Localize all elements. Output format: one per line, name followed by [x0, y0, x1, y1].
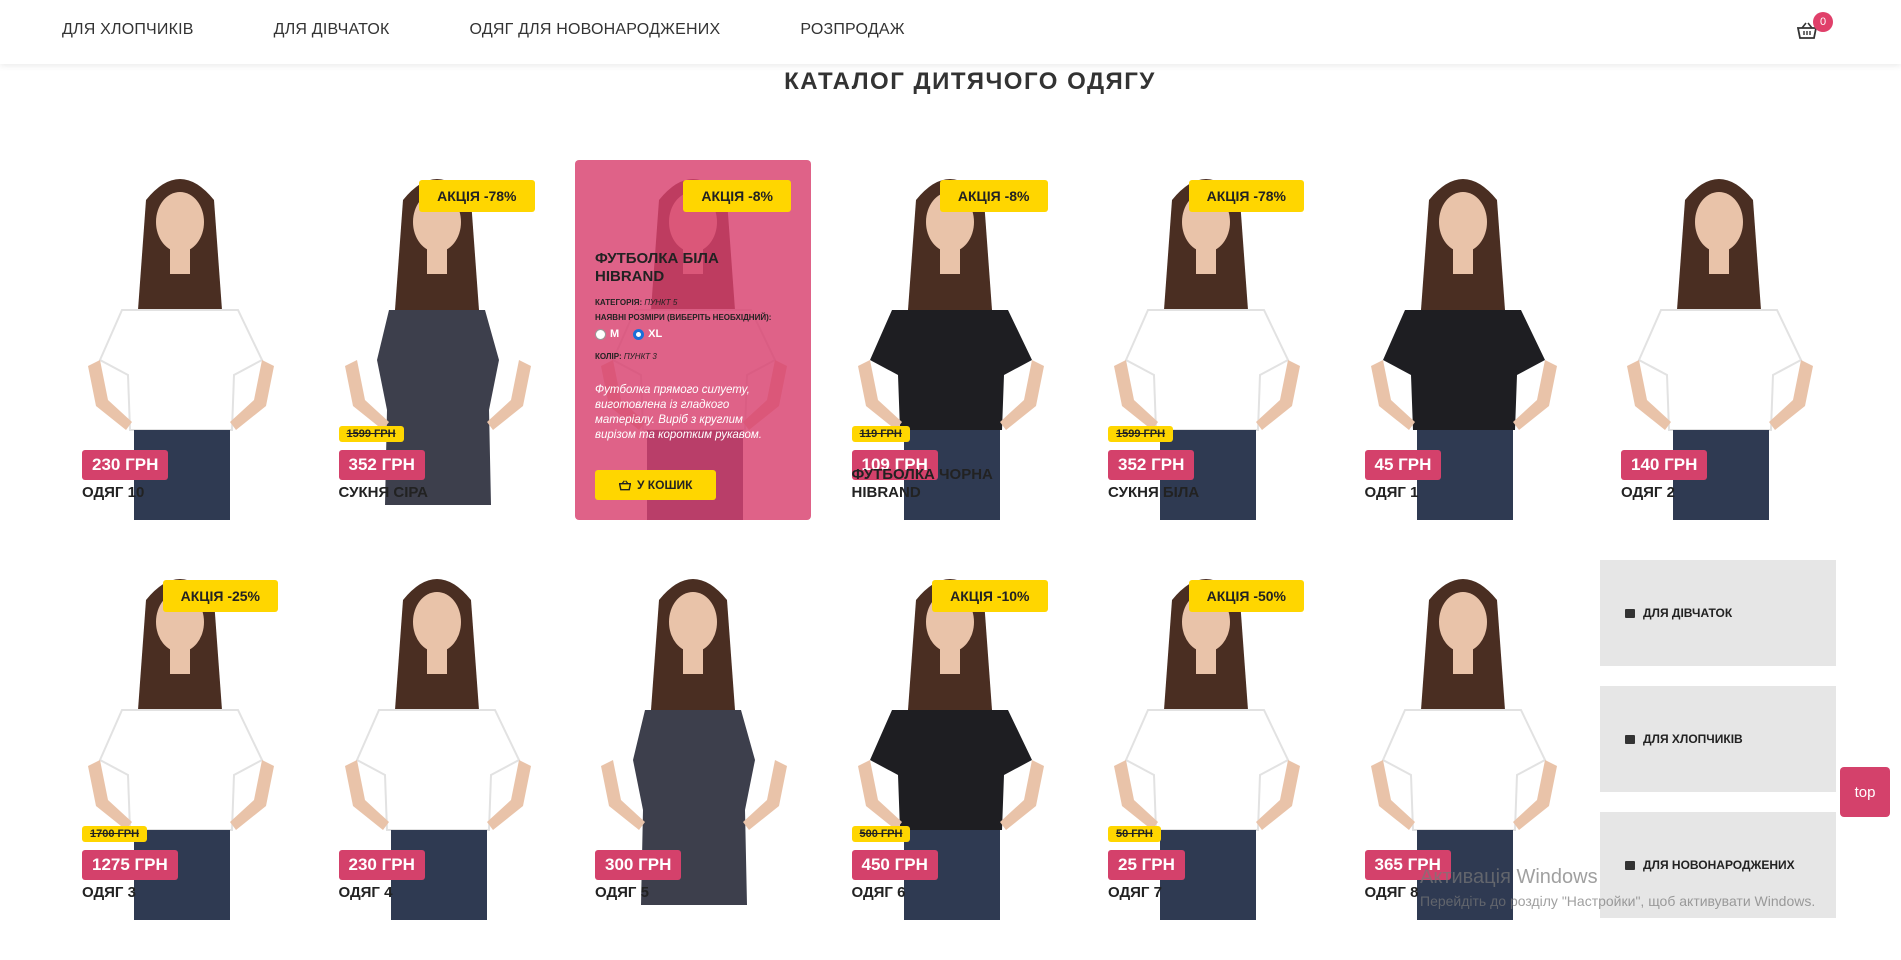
product-card[interactable]: АКЦІЯ -78% 1599 ГРН 352 ГРН Сукня сіра: [318, 160, 555, 520]
nav-newborn[interactable]: Одяг для новонароджених: [470, 21, 721, 39]
product-name[interactable]: Одяг 1: [1365, 484, 1565, 502]
old-price: 1599 ГРН: [338, 426, 404, 442]
scroll-top-button[interactable]: top: [1840, 767, 1890, 817]
category-label: Для дівчаток: [1643, 606, 1733, 620]
product-name[interactable]: Одяг 10: [82, 484, 282, 502]
promo-badge: АКЦІЯ -25%: [162, 580, 278, 612]
radio-button[interactable]: [595, 328, 606, 340]
watermark-text: Перейдіть до розділу "Настройки", щоб ак…: [1420, 893, 1816, 909]
quickview-title: Футболка біла Hibrand: [595, 250, 719, 285]
size-selector: M XL: [595, 328, 791, 340]
product-name[interactable]: Одяг 7: [1108, 884, 1308, 902]
price-tag: 352 ГРН: [338, 450, 425, 480]
price-tag: 25 ГРН: [1108, 850, 1185, 880]
old-price: 119 ГРН: [851, 426, 910, 442]
old-price: 1599 ГРН: [1108, 426, 1174, 442]
product-grid: 230 ГРН Одяг 10 АКЦІЯ -78% 1599 ГРН 352 ГРН…: [62, 160, 1837, 920]
product-card[interactable]: АКЦІЯ -50% 50 ГРН 25 ГРН Одяг 7: [1088, 560, 1324, 920]
box-icon: [1625, 608, 1635, 618]
quickview-category: Категорія: Пункт 5: [595, 298, 791, 307]
box-icon: [1625, 734, 1635, 744]
site-header: Для хлопчиків Для дівчаток Одяг для ново…: [0, 0, 1901, 64]
product-name[interactable]: Одяг 2: [1621, 484, 1821, 502]
size-option-xl[interactable]: XL: [633, 328, 662, 340]
quickview-sizes-label: Наявні розміри (виберіть необхідний):: [595, 313, 772, 322]
price-tag: 300 ГРН: [595, 850, 682, 880]
basket-icon: [619, 479, 631, 490]
product-card[interactable]: АКЦІЯ -8% 119 ГРН 109 ГРН Футболка чорна Hi…: [831, 160, 1068, 520]
promo-badge: АКЦІЯ -8%: [939, 180, 1048, 212]
old-price: 1700 ГРН: [82, 826, 148, 842]
product-card[interactable]: 230 ГРН Одяг 4: [318, 560, 555, 920]
quickview-category-label: Категорія:: [595, 298, 643, 307]
page-title: Каталог дитячого одягу: [784, 68, 1156, 95]
price-tag: 352 ГРН: [1108, 450, 1195, 480]
product-card[interactable]: АКЦІЯ -10% 500 ГРН 450 ГРН Одяг 6: [831, 560, 1068, 920]
price-tag: 140 ГРН: [1621, 450, 1708, 480]
radio-button-selected[interactable]: [633, 328, 645, 340]
product-card[interactable]: АКЦІЯ -78% 1599 ГРН 352 ГРН Сукня біла: [1088, 160, 1324, 520]
product-name[interactable]: Одяг 6: [852, 884, 1052, 902]
size-option-m[interactable]: M: [595, 328, 619, 340]
nav-for-girls[interactable]: Для дівчаток: [274, 21, 390, 39]
product-name[interactable]: Футболка чорна Hibrand: [852, 466, 1052, 502]
price-tag: 45 ГРН: [1364, 450, 1442, 480]
price-tag: 230 ГРН: [82, 450, 169, 480]
windows-activation-watermark: Активація Windows Перейдіть до розділу "…: [1420, 866, 1815, 909]
product-name[interactable]: Сукня сіра: [339, 484, 539, 502]
product-name[interactable]: Одяг 4: [339, 884, 539, 902]
main-nav: Для хлопчиків Для дівчаток Одяг для ново…: [62, 21, 905, 39]
size-label: XL: [648, 328, 663, 340]
quickview-description: Футболка прямого силуету, виготовлена із…: [595, 384, 762, 441]
quickview-category-value: Пункт 5: [644, 298, 678, 307]
product-card[interactable]: 140 ГРН Одяг 2: [1601, 160, 1837, 520]
cart-count-badge: 0: [1813, 12, 1833, 32]
product-name[interactable]: Одяг 3: [82, 884, 282, 902]
product-card[interactable]: АКЦІЯ -25% 1700 ГРН 1275 ГРН Одяг 3: [62, 560, 298, 920]
promo-badge: АКЦІЯ -50%: [1188, 580, 1304, 612]
product-card[interactable]: Футболка біла Hibrand Категорія: Пункт 5…: [575, 160, 811, 520]
price-tag: 450 ГРН: [851, 850, 938, 880]
nav-for-boys[interactable]: Для хлопчиків: [62, 21, 194, 39]
quickview-color: Колір: Пункт 3: [595, 352, 791, 361]
promo-badge: АКЦІЯ -8%: [683, 180, 791, 212]
category-tile-girls[interactable]: Для дівчаток: [1600, 560, 1836, 666]
old-price: 50 ГРН: [1108, 826, 1161, 842]
category-tile-boys[interactable]: Для хлопчиків: [1600, 686, 1836, 792]
add-to-cart-button[interactable]: У кошик: [595, 470, 717, 500]
watermark-title: Активація Windows: [1420, 866, 1598, 888]
size-label: M: [610, 328, 620, 340]
product-card[interactable]: 230 ГРН Одяг 10: [62, 160, 298, 520]
nav-sale[interactable]: Розпродаж: [800, 21, 904, 39]
product-name[interactable]: Одяг 5: [595, 884, 795, 902]
price-tag: 230 ГРН: [338, 850, 425, 880]
promo-badge: АКЦІЯ -78%: [1188, 180, 1304, 212]
quickview-color-label: Колір:: [595, 352, 622, 361]
product-card[interactable]: 300 ГРН Одяг 5: [575, 560, 811, 920]
cart-button[interactable]: 0: [1796, 12, 1833, 42]
product-card[interactable]: 45 ГРН Одяг 1: [1344, 160, 1581, 520]
add-to-cart-label: У кошик: [637, 478, 693, 492]
old-price: 500 ГРН: [851, 826, 911, 842]
category-panel: Для дівчаток Для хлопчиків Для новонарод…: [1600, 560, 1836, 918]
promo-badge: АКЦІЯ -10%: [932, 580, 1048, 612]
quickview-color-value: Пункт 3: [623, 352, 657, 361]
product-name[interactable]: Сукня біла: [1108, 484, 1308, 502]
product-quickview: Футболка біла Hibrand Категорія: Пункт 5…: [575, 160, 811, 520]
category-label: Для хлопчиків: [1643, 732, 1743, 746]
promo-badge: АКЦІЯ -78%: [419, 180, 535, 212]
price-tag: 1275 ГРН: [82, 850, 178, 880]
